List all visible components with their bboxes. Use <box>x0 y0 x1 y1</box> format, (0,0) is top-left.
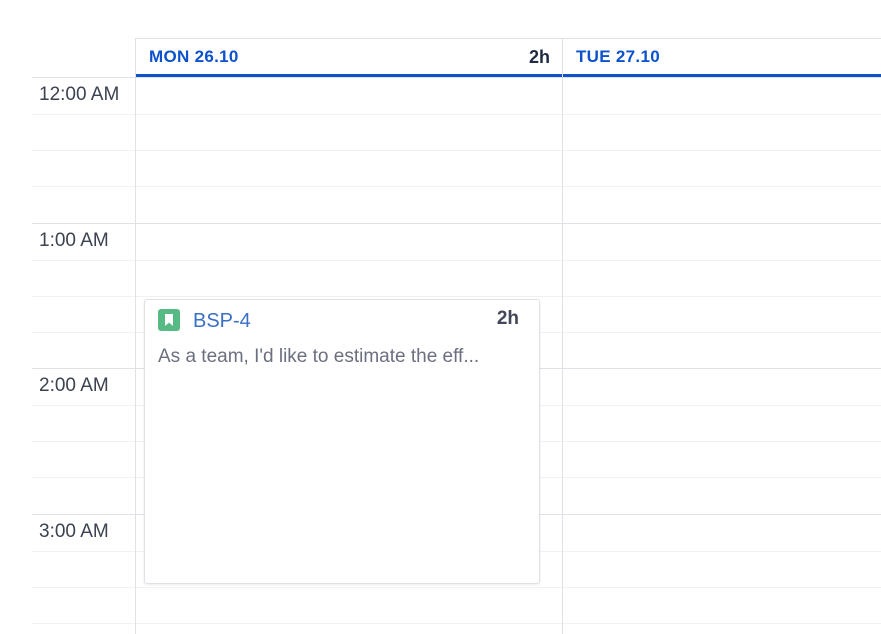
day-column-divider <box>562 38 563 634</box>
story-bookmark-icon <box>158 309 180 331</box>
day-title: TUE 27.10 <box>576 47 660 66</box>
quarter-line <box>32 186 881 187</box>
day-column-divider <box>135 38 136 634</box>
worklog-duration: 2h <box>496 308 519 329</box>
time-label: 1:00 AM <box>39 230 109 251</box>
quarter-line <box>32 296 881 297</box>
day-total-hours: 2h <box>528 47 550 67</box>
quarter-line <box>32 260 881 261</box>
day-header-tue[interactable]: TUE 27.10 <box>563 38 881 77</box>
day-header-mon[interactable]: MON 26.10 2h <box>136 38 562 77</box>
issue-key-link[interactable]: BSP-4 <box>193 310 251 333</box>
hour-line <box>32 77 881 78</box>
quarter-line <box>32 114 881 115</box>
time-label: 2:00 AM <box>39 375 109 396</box>
day-title: MON 26.10 <box>149 47 239 66</box>
week-calendar: MON 26.10 2h TUE 27.10 12:00 AM 1:00 AM … <box>0 0 881 634</box>
issue-summary: As a team, I'd like to estimate the eff.… <box>158 346 480 367</box>
worklog-card[interactable]: BSP-4 2h As a team, I'd like to estimate… <box>144 299 540 584</box>
time-label: 3:00 AM <box>39 521 109 542</box>
hour-line <box>32 223 881 224</box>
quarter-line <box>32 623 881 624</box>
time-label: 12:00 AM <box>39 84 120 105</box>
quarter-line <box>32 150 881 151</box>
quarter-line <box>32 587 881 588</box>
